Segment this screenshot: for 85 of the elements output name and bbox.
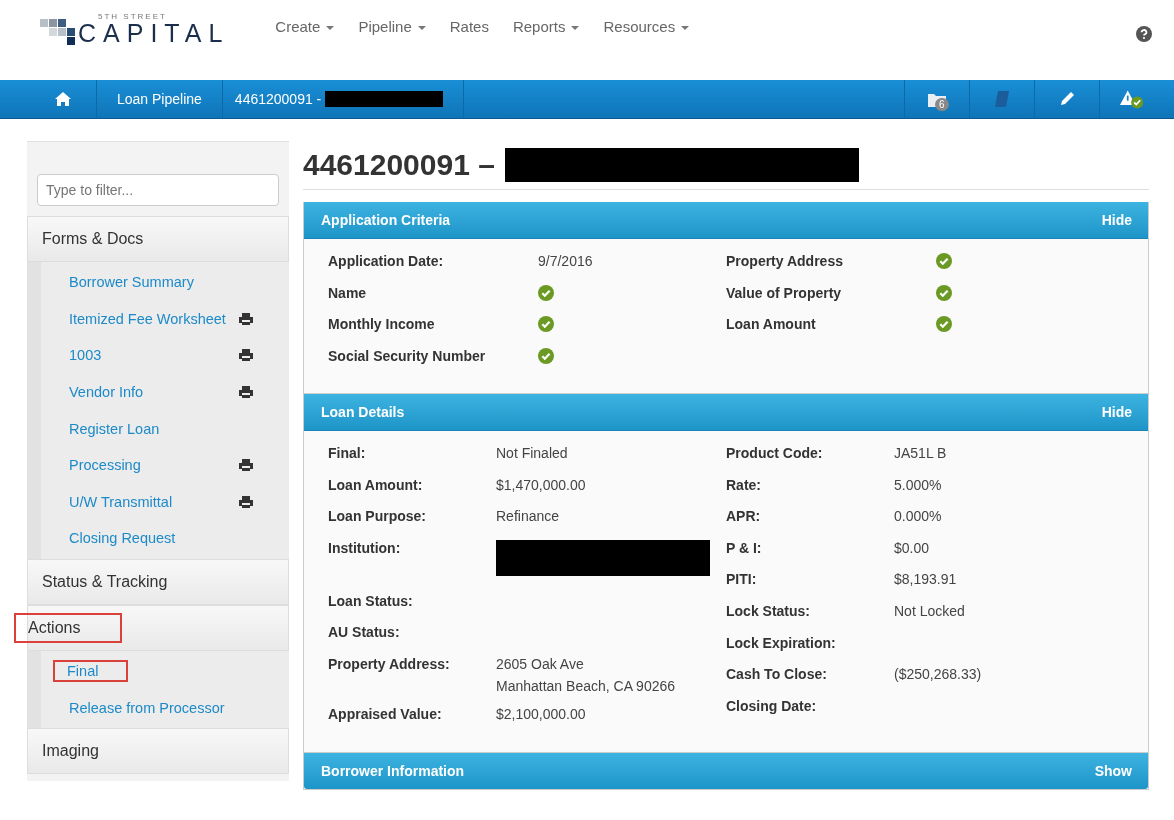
field-label: Lock Status: [726,602,811,621]
sidebar-link[interactable]: Processing [67,454,143,477]
field-label: Appraised Value: [328,705,443,724]
check-icon [936,316,952,332]
pencil-icon [1059,91,1075,107]
page-title: 4461200091 – [303,148,495,182]
field-value: Not Locked [894,602,965,619]
field-value: $8,193.91 [894,571,957,588]
field-label: Loan Purpose: [328,508,427,527]
field-label: P & I: [726,539,763,558]
field-label: Loan Status: [328,592,414,611]
menu-item[interactable]: Resources [603,18,690,35]
menu-item[interactable]: Rates [449,18,489,35]
panel-title: Application Criteria [321,212,451,228]
panel-title: Loan Details [321,404,405,420]
field-value: 0.000% [894,508,942,525]
field-value: $1,470,000.00 [496,476,586,493]
logo-tagline: 5TH STREET [98,12,168,21]
field-label: Social Security Number [328,347,487,366]
field-value: Manhattan Beach, CA 90266 [496,677,676,694]
field-value: JA51L B [894,445,947,461]
section-header[interactable]: Imaging [40,735,101,766]
field-label: Institution: [328,539,402,558]
menu-item[interactable]: Create [275,18,335,35]
sidebar-link[interactable]: Vendor Info [67,381,146,404]
help-icon[interactable] [1136,26,1152,42]
print-icon[interactable] [239,495,253,508]
field-value: $2,100,000.00 [496,705,586,722]
field-value: Not Finaled [496,445,568,461]
breadcrumb-loan[interactable]: 4461200091 - [234,91,322,107]
field-label: Property Address: [328,655,451,674]
print-icon[interactable] [239,386,253,399]
field-label: Value of Property [726,284,843,303]
sidebar-link[interactable]: Borrower Summary [67,271,196,294]
print-icon[interactable] [239,349,253,362]
field-value: 9/7/2016 [538,253,593,269]
check-icon [936,284,952,301]
sidebar-link[interactable]: 1003 [67,344,104,367]
field-label: Cash To Close: [726,666,828,685]
field-value: 2605 Oak Ave [496,655,585,672]
field-label: APR: [726,508,762,527]
field-value: ($250,268.33) [894,666,982,683]
folder-button[interactable]: 6 [905,80,970,118]
check-icon [538,347,554,364]
field-label: Final: [328,445,367,463]
print-icon[interactable] [239,459,253,472]
field-value: Refinance [496,508,560,525]
folder-count-badge: 6 [935,98,949,111]
section-header[interactable]: Actions [14,612,123,643]
field-value: 5.000% [894,476,942,493]
field-label: Loan Amount: [328,476,424,495]
sidebar-link[interactable]: Closing Request [67,527,178,550]
panel-toggle[interactable]: Hide [1101,212,1132,228]
sidebar-link[interactable]: Register Loan [67,417,162,440]
field-label: Lock Expiration: [726,634,837,653]
menu-item[interactable]: Reports [512,18,580,35]
field-label: Rate: [726,476,762,495]
filter-field[interactable]: Type to filter... [37,174,279,206]
field-label: Name [328,284,368,303]
field-label: Monthly Income [328,316,436,334]
sidebar-link[interactable]: Itemized Fee Worksheet [67,307,228,330]
field-value: $0.00 [894,539,930,556]
menu-item[interactable]: Pipeline [358,18,426,35]
book-icon [995,91,1009,107]
print-icon[interactable] [239,312,253,325]
sidebar-link[interactable]: U/W Transmittal [67,490,175,513]
check-icon [538,284,554,301]
panel-toggle[interactable]: Show [1094,762,1132,779]
sidebar-link[interactable]: Final [53,660,129,683]
field-label: AU Status: [328,624,401,643]
field-label: Loan Amount [726,316,817,334]
warning-check-icon [1120,88,1144,110]
sidebar-link[interactable]: Release from Processor [67,696,227,719]
field-label: Product Code: [726,445,824,463]
field-label: PITI: [726,571,758,590]
check-icon [538,316,554,332]
panel-toggle[interactable]: Hide [1101,404,1132,420]
field-label: Application Date: [328,253,445,271]
home-icon [55,92,71,106]
check-icon [936,253,952,269]
field-label: Closing Date: [726,697,818,716]
breadcrumb-link[interactable]: Loan Pipeline [97,80,223,118]
logo-wordmark: CAPITAL [78,21,230,45]
field-label: Property Address [726,253,844,271]
panel-title: Borrower Information [321,762,465,779]
